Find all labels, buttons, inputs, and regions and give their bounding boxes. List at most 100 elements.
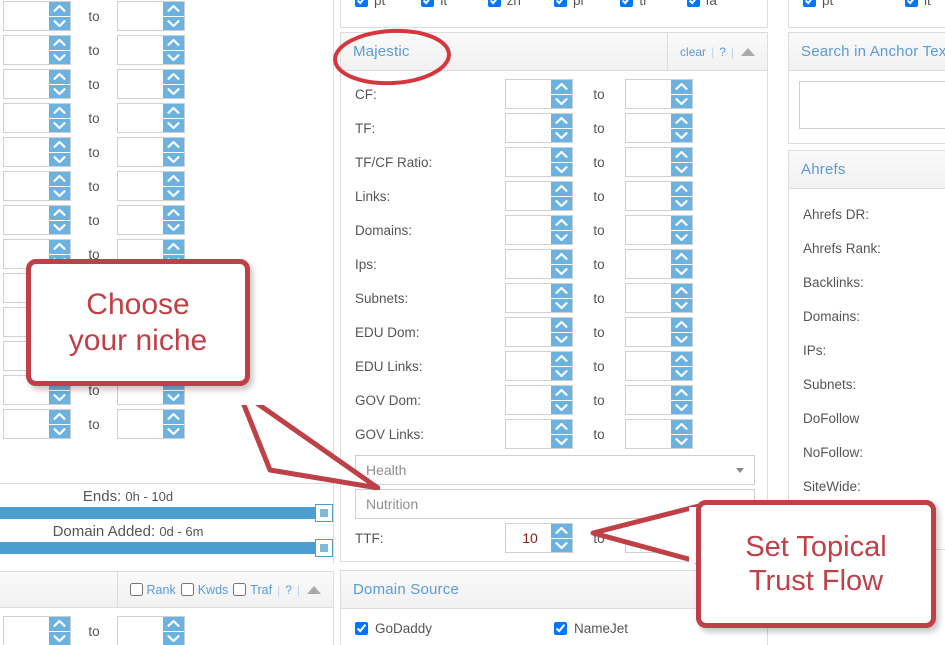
- left-row-2-to-increment-icon[interactable]: [163, 36, 184, 51]
- language-checkbox-pl-input[interactable]: [553, 0, 567, 7]
- majestic-row-1-from[interactable]: [505, 113, 573, 143]
- majestic-row-5-from-increment-icon[interactable]: [551, 250, 572, 265]
- majestic-row-6-to-increment-icon[interactable]: [671, 284, 692, 299]
- left-row-2-from-increment-icon[interactable]: [49, 36, 70, 51]
- majestic-row-0-from-decrement-icon[interactable]: [551, 94, 572, 108]
- left-row-4-to-increment-icon[interactable]: [163, 104, 184, 119]
- metrics-row-to[interactable]: [117, 616, 185, 645]
- language-checkbox-fa-input[interactable]: [686, 0, 700, 7]
- majestic-row-3-to-decrement-icon[interactable]: [671, 196, 692, 210]
- language-checkbox-fa[interactable]: fa: [686, 0, 753, 8]
- language-checkbox-pt-input[interactable]: [355, 0, 368, 7]
- majestic-row-7-from-increment-icon[interactable]: [551, 318, 572, 333]
- left-row-1-to-decrement-icon[interactable]: [163, 16, 184, 30]
- majestic-row-6-to-decrement-icon[interactable]: [671, 298, 692, 312]
- left-row-13-to-decrement-icon[interactable]: [163, 424, 184, 438]
- majestic-row-1-to-increment-icon[interactable]: [671, 114, 692, 129]
- majestic-row-0-from[interactable]: [505, 79, 573, 109]
- chevron-up-icon[interactable]: [741, 47, 755, 56]
- majestic-row-6-from-decrement-icon[interactable]: [551, 298, 572, 312]
- left-row-6-to-increment-icon[interactable]: [163, 172, 184, 187]
- left-row-5-to-increment-icon[interactable]: [163, 138, 184, 153]
- slider-0-track[interactable]: [0, 504, 333, 522]
- majestic-row-7-from[interactable]: [505, 317, 573, 347]
- ttf-from-decrement-icon[interactable]: [551, 538, 572, 552]
- majestic-row-5-to-decrement-icon[interactable]: [671, 264, 692, 278]
- left-row-13-from[interactable]: [3, 409, 71, 439]
- majestic-row-7-to[interactable]: [625, 317, 693, 347]
- majestic-row-0-to[interactable]: [625, 79, 693, 109]
- majestic-row-4-to[interactable]: [625, 215, 693, 245]
- left-row-1-from[interactable]: [3, 1, 71, 31]
- left-row-3-from-increment-icon[interactable]: [49, 70, 70, 85]
- majestic-row-4-from[interactable]: [505, 215, 573, 245]
- majestic-row-7-from-decrement-icon[interactable]: [551, 332, 572, 346]
- majestic-row-1-from-decrement-icon[interactable]: [551, 128, 572, 142]
- majestic-row-4-from-decrement-icon[interactable]: [551, 230, 572, 244]
- left-row-1-from-increment-icon[interactable]: [49, 2, 70, 17]
- majestic-row-8-to[interactable]: [625, 351, 693, 381]
- left-row-7-from-decrement-icon[interactable]: [49, 220, 70, 234]
- left-row-5-to[interactable]: [117, 137, 185, 167]
- majestic-help-link[interactable]: ?: [719, 45, 726, 59]
- slider-0-handle[interactable]: [315, 504, 333, 522]
- domain-source-item-namejet-input[interactable]: [554, 622, 567, 635]
- checkbox-rank-label[interactable]: Rank: [147, 583, 176, 597]
- checkbox-traf[interactable]: Traf: [233, 583, 272, 597]
- majestic-clear-link[interactable]: clear: [680, 45, 706, 59]
- left-row-1-from-decrement-icon[interactable]: [49, 16, 70, 30]
- language-checkbox-tr[interactable]: tr: [620, 0, 686, 8]
- majestic-row-3-to-increment-icon[interactable]: [671, 182, 692, 197]
- left-row-13-from-increment-icon[interactable]: [49, 410, 70, 425]
- left-row-7-to-decrement-icon[interactable]: [163, 220, 184, 234]
- majestic-row-9-from-increment-icon[interactable]: [551, 386, 572, 401]
- left-row-7-from-increment-icon[interactable]: [49, 206, 70, 221]
- left-row-6-to[interactable]: [117, 171, 185, 201]
- majestic-row-7-to-decrement-icon[interactable]: [671, 332, 692, 346]
- left-row-1-to-increment-icon[interactable]: [163, 2, 184, 17]
- ttf-to-decrement-icon[interactable]: [671, 538, 692, 552]
- left-row-12-from-decrement-icon[interactable]: [49, 390, 70, 404]
- majestic-row-6-from-increment-icon[interactable]: [551, 284, 572, 299]
- chevron-up-icon[interactable]: [307, 585, 321, 594]
- slider-1-track[interactable]: [0, 539, 333, 557]
- majestic-row-8-to-increment-icon[interactable]: [671, 352, 692, 367]
- anchor-text-input[interactable]: [799, 81, 945, 129]
- majestic-row-8-from-decrement-icon[interactable]: [551, 366, 572, 380]
- majestic-row-6-from[interactable]: [505, 283, 573, 313]
- metrics-row-from-decrement-icon[interactable]: [49, 631, 70, 645]
- left-row-7-to-increment-icon[interactable]: [163, 206, 184, 221]
- majestic-row-4-to-decrement-icon[interactable]: [671, 230, 692, 244]
- left-row-3-to-decrement-icon[interactable]: [163, 84, 184, 98]
- majestic-row-1-from-increment-icon[interactable]: [551, 114, 572, 129]
- checkbox-kwds-label[interactable]: Kwds: [198, 583, 229, 597]
- majestic-row-2-from[interactable]: [505, 147, 573, 177]
- left-row-13-to-increment-icon[interactable]: [163, 410, 184, 425]
- majestic-row-10-from-increment-icon[interactable]: [551, 420, 572, 435]
- metrics-row-to-decrement-icon[interactable]: [163, 631, 184, 645]
- checkbox-traf-label[interactable]: Traf: [250, 583, 272, 597]
- left-row-12-to-decrement-icon[interactable]: [163, 390, 184, 404]
- majestic-row-2-to[interactable]: [625, 147, 693, 177]
- checkbox-kwds[interactable]: Kwds: [180, 583, 229, 597]
- left-row-6-from-decrement-icon[interactable]: [49, 186, 70, 200]
- left-row-4-to-decrement-icon[interactable]: [163, 118, 184, 132]
- majestic-row-8-from[interactable]: [505, 351, 573, 381]
- majestic-row-10-to[interactable]: [625, 419, 693, 449]
- majestic-row-2-from-decrement-icon[interactable]: [551, 162, 572, 176]
- domain-source-item-godaddy[interactable]: GoDaddy: [355, 621, 554, 636]
- majestic-row-6-to[interactable]: [625, 283, 693, 313]
- ttf-from-increment-icon[interactable]: [551, 524, 572, 539]
- left-row-3-from-decrement-icon[interactable]: [49, 84, 70, 98]
- left-row-7-from[interactable]: [3, 205, 71, 235]
- language-checkbox-pt[interactable]: pt: [803, 0, 871, 8]
- left-row-13-to[interactable]: [117, 409, 185, 439]
- majestic-row-9-to-increment-icon[interactable]: [671, 386, 692, 401]
- majestic-row-10-to-increment-icon[interactable]: [671, 420, 692, 435]
- checkbox-traf-input[interactable]: [233, 583, 247, 596]
- left-row-5-from[interactable]: [3, 137, 71, 167]
- left-row-5-from-increment-icon[interactable]: [49, 138, 70, 153]
- majestic-row-7-to-increment-icon[interactable]: [671, 318, 692, 333]
- majestic-row-9-to[interactable]: [625, 385, 693, 415]
- left-row-3-from[interactable]: [3, 69, 71, 99]
